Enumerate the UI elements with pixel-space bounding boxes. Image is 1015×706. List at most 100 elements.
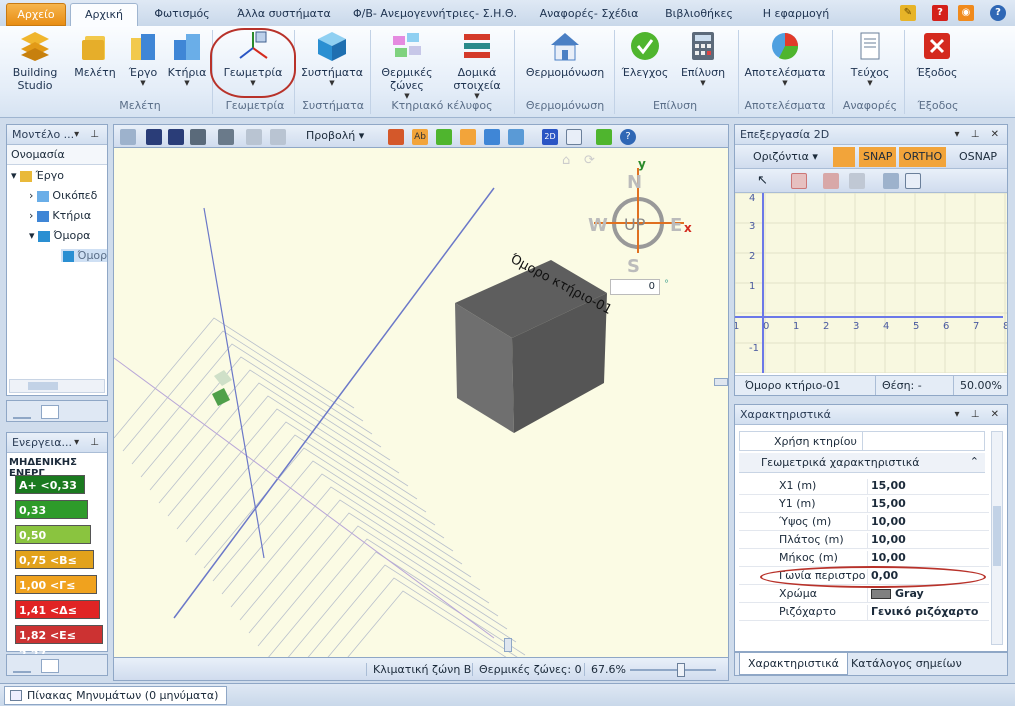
property-row[interactable]: Πλάτος (m) 10,00 xyxy=(739,531,989,549)
shape-icon[interactable] xyxy=(823,173,839,189)
tab-dots-4[interactable] xyxy=(41,659,59,673)
save-all-icon[interactable] xyxy=(168,129,184,145)
tree-item-adjacent[interactable]: ▾ Όμορα xyxy=(29,229,90,242)
3d-viewport[interactable]: Όμορο κτήριο-01 N S W E UP x y ⌂ ⟳ 0 ° xyxy=(113,148,729,657)
viewport-vertical-scroll-handle[interactable] xyxy=(714,378,728,386)
property-row[interactable]: Μήκος (m) 10,00 xyxy=(739,549,989,567)
teuxos-button[interactable]: Τεύχος ▼ xyxy=(842,30,898,87)
polyline-icon[interactable] xyxy=(791,173,807,189)
tab-lighting[interactable]: Φωτισμός xyxy=(142,3,222,26)
elegxos-button[interactable]: Έλεγχος xyxy=(620,30,670,79)
rss-icon[interactable]: ◉ xyxy=(958,5,974,21)
tab-reports[interactable]: Αναφορές- Σχέδια xyxy=(530,3,648,26)
pointer-icon[interactable]: ↖ xyxy=(757,173,768,188)
tab-points[interactable]: Κατάλογος σημείων xyxy=(843,653,970,675)
properties-scrollbar[interactable] xyxy=(991,431,1003,645)
ktiria-button[interactable]: Κτήρια ▼ xyxy=(166,30,208,87)
domika-button[interactable]: Δομικά στοιχεία ▼ xyxy=(446,30,508,100)
orientation-dropdown[interactable]: Οριζόντια ▾ xyxy=(753,150,818,163)
diamond-icon[interactable] xyxy=(883,173,899,189)
usage-row[interactable]: Χρήση κτηρίου xyxy=(739,431,985,451)
zoom-slider-track[interactable] xyxy=(630,669,716,671)
help-icon[interactable]: ? xyxy=(620,129,636,145)
panel-controls-icon[interactable]: ▾ ⊥ ✕ xyxy=(955,125,1003,145)
eraser-icon[interactable] xyxy=(849,173,865,189)
exodos-button[interactable]: Έξοδος xyxy=(912,30,962,79)
thermomonosi-button[interactable]: Θερμομόνωση xyxy=(520,30,610,79)
collapse-icon[interactable]: ⌃ xyxy=(970,455,979,468)
panel-pin-icon[interactable]: ▾ ⊥ xyxy=(74,433,103,453)
snap-grid-icon[interactable] xyxy=(460,129,476,145)
thermal-zones-button[interactable]: Θερμικές ζώνες ▼ xyxy=(376,30,438,100)
group-label-anafores: Αναφορές xyxy=(842,99,898,112)
marker-icon[interactable] xyxy=(436,129,452,145)
tree-item-plot[interactable]: › Οικόπεδ xyxy=(29,189,97,202)
property-row[interactable]: Ριζόχαρτο Γενικό ριζόχαρτο xyxy=(739,603,989,621)
ergo-button[interactable]: Έργο ▼ xyxy=(124,30,162,87)
snap-grid-icon[interactable] xyxy=(833,147,855,167)
epilysi-button[interactable]: Επίλυση ▼ xyxy=(676,30,730,87)
osnap-toggle[interactable]: OSNAP xyxy=(955,147,1001,167)
checklist-icon[interactable] xyxy=(566,129,582,145)
building-studio-button[interactable]: Building Studio xyxy=(6,30,64,92)
meleti-button[interactable]: Μελέτη xyxy=(74,30,116,79)
zoom-slider-thumb[interactable] xyxy=(677,663,685,677)
grid-icon[interactable] xyxy=(905,173,921,189)
tab-pv[interactable]: Φ/Β- Ανεμογεννήτριες- Σ.Η.Θ. xyxy=(346,3,524,26)
property-value[interactable]: Γενικό ριζόχαρτο xyxy=(867,605,978,621)
tab-application[interactable]: Η εφαρμογή xyxy=(750,3,842,26)
property-row[interactable]: X1 (m) 15,00 xyxy=(739,477,989,495)
property-row[interactable]: Y1 (m) 15,00 xyxy=(739,495,989,513)
tab-dots-2[interactable] xyxy=(41,405,59,419)
property-value[interactable]: 15,00 xyxy=(867,497,906,513)
tab-libraries[interactable]: Βιβλιοθήκες xyxy=(654,3,744,26)
tab-file[interactable]: Αρχείο xyxy=(6,3,66,26)
redo-icon[interactable] xyxy=(270,129,286,145)
tree-item-ergo[interactable]: ▾ Έργο xyxy=(11,169,64,182)
systimata-button[interactable]: Συστήματα ▼ xyxy=(300,30,364,87)
messages-tab[interactable]: Πίνακας Μηνυμάτων (0 μηνύματα) xyxy=(4,686,228,705)
tree-item-adjacent-building[interactable]: Όμορ xyxy=(61,249,107,262)
snap-toggle[interactable]: SNAP xyxy=(859,147,897,167)
undo-icon[interactable] xyxy=(246,129,262,145)
tab-dots-3[interactable] xyxy=(13,659,31,673)
rotation-angle-input[interactable]: 0 xyxy=(610,279,660,295)
viewport-horizontal-scroll-handle[interactable] xyxy=(504,638,512,652)
panel-pin-icon[interactable]: ▾ ⊥ xyxy=(74,125,103,145)
text-ab-icon[interactable]: Ab xyxy=(412,129,428,145)
tree-item-buildings[interactable]: › Κτήρια xyxy=(29,209,91,222)
info-icon[interactable]: ? xyxy=(990,5,1006,21)
model-horizontal-scrollbar[interactable] xyxy=(9,379,105,393)
tab-dots-1[interactable] xyxy=(13,405,31,419)
apotelesmata-button[interactable]: Αποτελέσματα ▼ xyxy=(744,30,826,87)
tab-home[interactable]: Αρχική xyxy=(70,3,138,26)
property-row[interactable]: Ύψος (m) 10,00 xyxy=(739,513,989,531)
refresh-icon[interactable] xyxy=(596,129,612,145)
grid-icon[interactable] xyxy=(120,129,136,145)
print-icon[interactable] xyxy=(218,129,234,145)
help-icon[interactable]: ? xyxy=(932,5,948,21)
tools-icon[interactable]: ✎ xyxy=(900,5,916,21)
edit2d-canvas[interactable]: 1 0 1 2 3 4 5 6 7 8 4 3 2 1 -1 xyxy=(735,193,1007,373)
property-value[interactable]: 10,00 xyxy=(867,551,906,567)
tab-properties[interactable]: Χαρακτηριστικά xyxy=(739,653,848,675)
compass-widget[interactable]: N S W E UP x y xyxy=(588,157,692,277)
property-value[interactable]: 10,00 xyxy=(867,515,906,531)
camera-icon[interactable] xyxy=(190,129,206,145)
energy-class-bar: A+ <0,33 xyxy=(15,475,85,494)
layers-icon[interactable] xyxy=(388,129,404,145)
save-icon[interactable] xyxy=(146,129,162,145)
view-dropdown[interactable]: Προβολή ▾ xyxy=(306,129,364,142)
panel-controls-icon[interactable]: ▾ ⊥ ✕ xyxy=(955,405,1003,425)
property-value[interactable]: 15,00 xyxy=(867,479,906,495)
texture-icon[interactable] xyxy=(484,129,500,145)
ortho-toggle[interactable]: ORTHO xyxy=(899,147,947,167)
color-value[interactable]: Gray xyxy=(867,587,924,603)
home-view-icon[interactable]: ⌂ xyxy=(562,153,570,168)
property-value[interactable]: 10,00 xyxy=(867,533,906,549)
rotate-view-icon[interactable]: ⟳ xyxy=(584,153,595,168)
view-2d-icon[interactable]: 2D xyxy=(542,129,558,145)
geometry-section-header[interactable]: Γεωμετρικά χαρακτηριστικά ⌃ xyxy=(739,453,985,473)
terrain-icon[interactable] xyxy=(508,129,524,145)
tab-other-systems[interactable]: Άλλα συστήματα xyxy=(228,3,340,26)
